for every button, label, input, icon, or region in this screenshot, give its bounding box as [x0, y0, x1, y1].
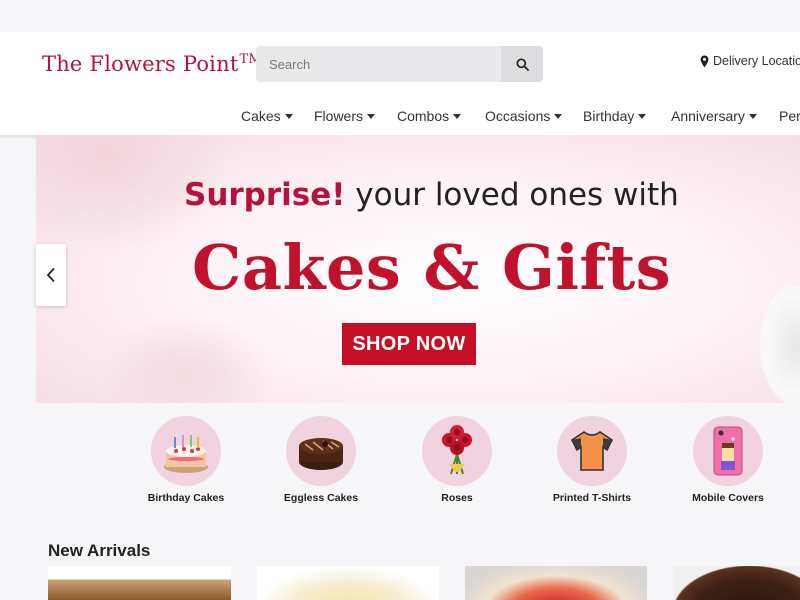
shop-now-button[interactable]: SHOP NOW — [342, 323, 476, 365]
category-label: Printed T-Shirts — [552, 492, 632, 504]
product-card[interactable] — [257, 566, 439, 600]
carousel-prev-button[interactable] — [36, 244, 66, 306]
category-printed-tshirts[interactable]: Printed T-Shirts — [532, 416, 652, 504]
nav-label: Birthday — [583, 108, 635, 124]
nav-label: Flowers — [314, 108, 364, 124]
banner-decoration — [96, 315, 276, 403]
caret-down-icon — [453, 114, 462, 119]
category-image — [286, 416, 356, 486]
product-card[interactable] — [465, 566, 647, 600]
category-label: Eggless Cakes — [283, 492, 359, 504]
caret-down-icon — [367, 114, 376, 119]
nav-item-cakes[interactable]: Cakes — [241, 108, 293, 124]
nav-item-flowers[interactable]: Flowers — [314, 108, 376, 124]
top-strip — [0, 0, 800, 32]
brand-name: The Flowers Point — [42, 52, 239, 76]
category-label: Birthday Cakes — [147, 492, 225, 504]
chocolate-cake-icon — [299, 438, 343, 470]
tshirt-icon — [570, 431, 614, 471]
brand-logo[interactable]: The Flowers PointTM — [42, 52, 262, 76]
product-image — [48, 566, 231, 600]
banner-decoration — [760, 285, 800, 403]
new-arrivals-title: New Arrivals — [48, 541, 151, 560]
category-image — [422, 416, 492, 486]
location-pin-icon — [700, 55, 709, 67]
nav-label: Anniversary — [671, 108, 745, 124]
search-button[interactable] — [501, 46, 543, 82]
nav-item-occasions[interactable]: Occasions — [485, 108, 563, 124]
product-image — [673, 566, 800, 600]
nav-label: Occasions — [485, 108, 551, 124]
caret-down-icon — [748, 114, 757, 119]
banner-headline: Cakes & Gifts — [192, 231, 672, 304]
category-image — [557, 416, 627, 486]
category-image — [693, 416, 763, 486]
nav-label: Cakes — [241, 108, 281, 124]
product-image — [465, 566, 647, 600]
nav-item-birthday[interactable]: Birthday — [583, 108, 647, 124]
roses-icon — [442, 425, 472, 475]
category-roses[interactable]: Roses — [397, 416, 517, 504]
search-input[interactable] — [256, 46, 501, 82]
caret-down-icon — [554, 114, 563, 119]
product-image — [257, 566, 439, 600]
product-card[interactable] — [673, 566, 800, 600]
delivery-location[interactable]: Delivery Location — [700, 54, 800, 68]
banner-tagline-rest: your loved ones with — [345, 177, 679, 213]
banner-tagline: Surprise! your loved ones with — [184, 177, 679, 213]
banner-highlight: Surprise! — [184, 177, 346, 213]
caret-down-icon — [284, 114, 293, 119]
product-card[interactable] — [48, 566, 231, 600]
nav-item-combos[interactable]: Combos — [397, 108, 462, 124]
category-eggless-cakes[interactable]: Eggless Cakes — [261, 416, 381, 504]
category-mobile-covers[interactable]: Mobile Covers — [668, 416, 788, 504]
birthday-cake-icon — [164, 435, 208, 473]
category-label: Mobile Covers — [692, 492, 764, 504]
delivery-label: Delivery Location — [713, 54, 800, 68]
category-label: Roses — [441, 492, 473, 504]
chevron-left-icon — [46, 267, 55, 283]
nav-label: Combos — [397, 108, 450, 124]
search-bar — [256, 46, 543, 82]
category-birthday-cakes[interactable]: Birthday Cakes — [126, 416, 246, 504]
hero-banner[interactable]: Surprise! your loved ones with Cakes & G… — [36, 135, 800, 403]
nav-label: Pers — [779, 108, 800, 124]
nav-item-anniversary[interactable]: Anniversary — [671, 108, 757, 124]
caret-down-icon — [638, 114, 647, 119]
main-nav: Cakes Flowers Combos Occasions Birthday … — [0, 104, 800, 128]
category-image — [151, 416, 221, 486]
category-strip: Birthday Cakes Eggless Cakes Roses Print… — [0, 416, 800, 506]
mobile-cover-icon — [713, 426, 743, 476]
site-header: The Flowers PointTM Delivery Location Ca… — [0, 32, 800, 135]
nav-item-personalised[interactable]: Pers — [779, 108, 800, 124]
search-icon — [515, 57, 529, 71]
